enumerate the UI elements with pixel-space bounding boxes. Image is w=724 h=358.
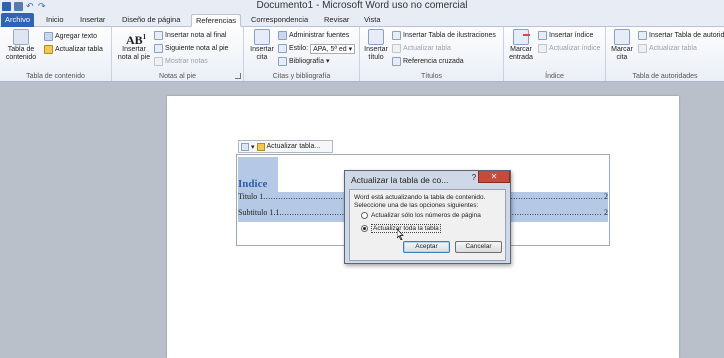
group-label-authorities: Tabla de autoridades bbox=[632, 73, 698, 80]
mark-citation-icon bbox=[614, 29, 630, 45]
manage-sources-icon bbox=[278, 31, 287, 40]
tab-diseno-pagina[interactable]: Diseño de página bbox=[118, 14, 184, 27]
close-icon[interactable]: ✕ bbox=[478, 171, 510, 183]
title-bar: ↶ ↷ Documento1 - Microsoft Word uso no c… bbox=[0, 0, 724, 12]
toc-menu-icon[interactable] bbox=[241, 142, 249, 151]
bibliography-icon bbox=[278, 57, 287, 66]
chevron-down-icon[interactable]: ▾ bbox=[251, 143, 255, 151]
group-autoridades: Marcar cita Insertar Tabla de autoridade… bbox=[606, 27, 724, 81]
bibliography-button[interactable]: Bibliografía ▾ bbox=[278, 56, 330, 67]
citation-icon bbox=[254, 29, 270, 45]
show-notes-button[interactable]: Mostrar notas bbox=[154, 56, 208, 67]
group-tabla-contenido: Tabla de contenido Agregar texto Actuali… bbox=[0, 27, 112, 81]
insert-authorities-button[interactable]: Insertar Tabla de autoridades bbox=[638, 30, 724, 41]
cross-reference-icon bbox=[392, 57, 401, 66]
update-table-button[interactable]: Actualizar tabla bbox=[44, 44, 103, 55]
toc-entry-page: 2 bbox=[604, 208, 608, 217]
update-figures-icon bbox=[392, 44, 401, 53]
mark-citation-button[interactable]: Marcar cita bbox=[608, 29, 636, 62]
group-label-toc: Tabla de contenido bbox=[26, 73, 85, 80]
footnotes-launcher-icon[interactable] bbox=[235, 73, 241, 79]
tab-vista[interactable]: Vista bbox=[360, 14, 385, 27]
style-selector[interactable]: Estilo: APA, 5ª ed ▾ bbox=[278, 43, 356, 54]
group-label-footnotes: Notas al pie bbox=[159, 73, 196, 80]
group-label-captions: Títulos bbox=[420, 73, 442, 80]
insert-citation-button[interactable]: Insertar cita bbox=[247, 29, 277, 62]
toc-icon bbox=[13, 29, 29, 45]
group-label-citations: Citas y bibliografía bbox=[272, 73, 331, 80]
style-icon bbox=[278, 44, 287, 53]
group-label-index: Índice bbox=[545, 73, 564, 80]
next-footnote-button[interactable]: Siguiente nota al pie bbox=[154, 43, 228, 54]
cross-reference-button[interactable]: Referencia cruzada bbox=[392, 56, 464, 67]
mark-entry-button[interactable]: Marcar entrada bbox=[506, 29, 536, 62]
ok-button[interactable]: Aceptar bbox=[403, 241, 450, 253]
radio-update-all[interactable] bbox=[361, 225, 368, 232]
style-dropdown[interactable]: APA, 5ª ed ▾ bbox=[310, 43, 356, 54]
toc-heading[interactable]: Indice bbox=[238, 178, 267, 190]
ribbon-tabs: Archivo Inicio Insertar Diseño de página… bbox=[0, 12, 724, 27]
next-footnote-icon bbox=[154, 44, 163, 53]
ribbon: Tabla de contenido Agregar texto Actuali… bbox=[0, 27, 724, 82]
group-notas-pie: AB1 Insertar nota al pie Insertar nota a… bbox=[112, 27, 244, 81]
insert-authorities-icon bbox=[638, 31, 647, 40]
update-authorities-button[interactable]: Actualizar tabla bbox=[638, 43, 697, 54]
insert-index-icon bbox=[538, 31, 547, 40]
dialog-message: Word está actualizando la tabla de conte… bbox=[354, 194, 486, 209]
toc-content-control-toolbar[interactable]: ▾ Actualizar tabla... bbox=[238, 140, 333, 153]
chevron-down-icon: ▾ bbox=[326, 58, 330, 65]
update-index-button[interactable]: Actualizar índice bbox=[538, 43, 600, 54]
toc-update-button[interactable]: Actualizar tabla... bbox=[267, 143, 321, 150]
insert-index-button[interactable]: Insertar índice bbox=[538, 30, 593, 41]
toc-entry-label: Titulo 1 bbox=[238, 192, 264, 201]
update-authorities-icon bbox=[638, 44, 647, 53]
tab-archivo[interactable]: Archivo bbox=[1, 13, 35, 27]
add-text-button[interactable]: Agregar texto bbox=[44, 31, 97, 42]
footnote-icon: AB1 bbox=[126, 33, 147, 47]
caption-icon bbox=[368, 29, 384, 45]
table-figures-icon bbox=[392, 31, 401, 40]
toc-entry-page: 2 bbox=[604, 192, 608, 201]
insert-endnote-button[interactable]: Insertar nota al final bbox=[154, 30, 226, 41]
window-title: Documento1 - Microsoft Word uso no comer… bbox=[256, 0, 468, 11]
update-toc-dialog: Actualizar la tabla de co... ? ✕ Word es… bbox=[344, 170, 511, 264]
toc-entry-label: Subtitulo 1.1 bbox=[238, 208, 280, 217]
manage-sources-button[interactable]: Administrar fuentes bbox=[278, 30, 349, 41]
toc-button[interactable]: Tabla de contenido bbox=[2, 29, 40, 62]
tab-referencias[interactable]: Referencias bbox=[191, 14, 242, 27]
radio-update-pages[interactable] bbox=[361, 212, 368, 219]
tab-insertar[interactable]: Insertar bbox=[76, 14, 109, 27]
show-notes-icon bbox=[154, 57, 163, 66]
insert-footnote-button[interactable]: AB1 Insertar nota al pie bbox=[116, 29, 152, 62]
update-icon bbox=[256, 142, 265, 151]
update-figures-table-button[interactable]: Actualizar tabla bbox=[392, 43, 451, 54]
mark-entry-icon bbox=[513, 29, 530, 45]
insert-table-figures-button[interactable]: Insertar Tabla de ilustraciones bbox=[392, 30, 496, 41]
option-update-pages[interactable]: Actualizar sólo los números de página bbox=[361, 212, 481, 219]
tab-correspondencia[interactable]: Correspondencia bbox=[247, 14, 312, 27]
update-index-icon bbox=[538, 44, 547, 53]
group-indice: Marcar entrada Insertar índice Actualiza… bbox=[504, 27, 606, 81]
endnote-icon bbox=[154, 31, 163, 40]
group-citas: Insertar cita Administrar fuentes Estilo… bbox=[244, 27, 360, 81]
tab-revisar[interactable]: Revisar bbox=[320, 14, 353, 27]
group-titulos: Insertar título Insertar Tabla de ilustr… bbox=[360, 27, 504, 81]
cancel-button[interactable]: Cancelar bbox=[455, 241, 502, 253]
insert-caption-button[interactable]: Insertar título bbox=[362, 29, 390, 62]
update-table-icon bbox=[44, 45, 53, 54]
add-text-icon bbox=[44, 32, 53, 41]
tab-inicio[interactable]: Inicio bbox=[42, 14, 68, 27]
